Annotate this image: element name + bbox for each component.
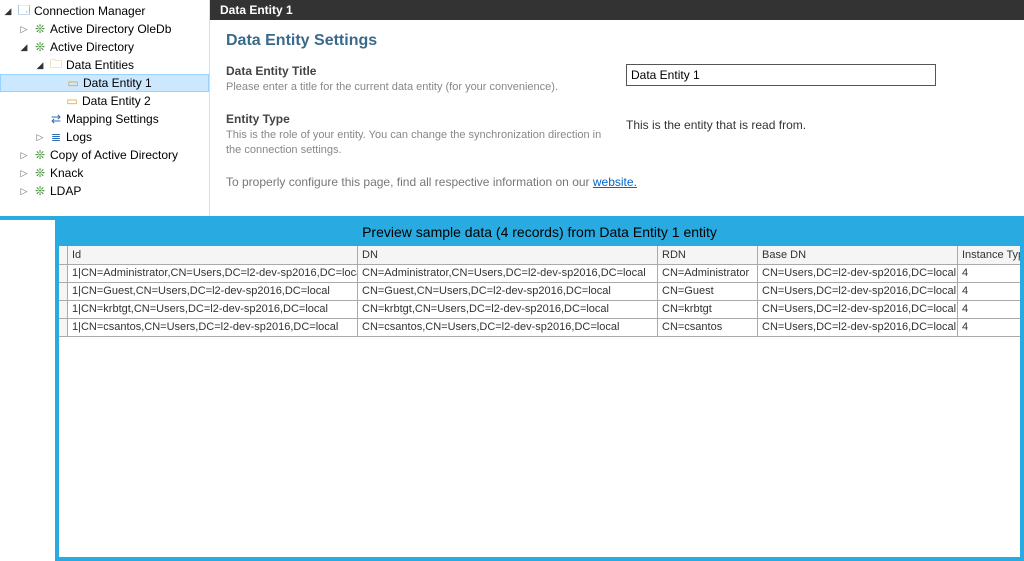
tree-item[interactable]: ▷≣Logs: [0, 128, 209, 146]
table-row[interactable]: 1|CN=Guest,CN=Users,DC=l2-dev-sp2016,DC=…: [59, 282, 1020, 300]
tree-item-label: Data Entities: [66, 58, 134, 72]
expander-icon[interactable]: ▷: [18, 149, 30, 161]
title-input[interactable]: [626, 64, 936, 86]
tree-root-label: Connection Manager: [34, 4, 145, 18]
cell[interactable]: 1|CN=Guest,CN=Users,DC=l2-dev-sp2016,DC=…: [68, 282, 358, 300]
tree-root[interactable]: ◢ 🗔 Connection Manager: [0, 2, 209, 20]
table-row[interactable]: 1|CN=csantos,CN=Users,DC=l2-dev-sp2016,D…: [59, 318, 1020, 336]
tree-icon: ⇄: [48, 111, 64, 127]
tree-icon: ❊: [32, 165, 48, 181]
cell[interactable]: 4: [958, 264, 1021, 282]
tree-item-label: Data Entity 1: [83, 76, 152, 90]
expander-icon[interactable]: ▷: [18, 185, 30, 197]
tree-panel: ◢ 🗔 Connection Manager ▷❊Active Director…: [0, 0, 210, 216]
column-header[interactable]: Id: [68, 246, 358, 264]
tree-item-label: Active Directory OleDb: [50, 22, 171, 36]
row-header-cell: [59, 318, 68, 336]
cell[interactable]: 4: [958, 300, 1021, 318]
tree-icon: ❊: [32, 147, 48, 163]
cell[interactable]: CN=Guest: [658, 282, 758, 300]
cell[interactable]: 1|CN=csantos,CN=Users,DC=l2-dev-sp2016,D…: [68, 318, 358, 336]
column-header[interactable]: Instance Type: [958, 246, 1021, 264]
cell[interactable]: CN=Users,DC=l2-dev-sp2016,DC=local: [758, 264, 958, 282]
expander-icon[interactable]: ◢: [2, 5, 14, 17]
expander-icon[interactable]: ▷: [18, 23, 30, 35]
expander-icon[interactable]: ▷: [18, 167, 30, 179]
expander-icon[interactable]: ◢: [34, 59, 46, 71]
title-label: Data Entity Title: [226, 64, 616, 78]
cell[interactable]: 4: [958, 318, 1021, 336]
tree-item[interactable]: ▷❊Active Directory OleDb: [0, 20, 209, 38]
row-header-corner: [59, 246, 68, 264]
tree-icon: ≣: [48, 129, 64, 145]
tree-item[interactable]: ▷❊Knack: [0, 164, 209, 182]
type-desc: This is the role of your entity. You can…: [226, 128, 616, 157]
tree-icon: ❊: [32, 183, 48, 199]
tab-bar: Data Entity 1: [210, 0, 1024, 20]
page-title: Data Entity Settings: [226, 32, 1008, 50]
title-field-row: Data Entity Title Please enter a title f…: [226, 64, 1008, 94]
main-panel: Data Entity 1 Data Entity Settings Data …: [210, 0, 1024, 216]
cell[interactable]: 1|CN=krbtgt,CN=Users,DC=l2-dev-sp2016,DC…: [68, 300, 358, 318]
tree-item-label: Data Entity 2: [82, 94, 151, 108]
preview-header: Preview sample data (4 records) from Dat…: [59, 220, 1020, 246]
tree-item-label: Knack: [50, 166, 83, 180]
expander-icon[interactable]: [50, 95, 62, 107]
cell[interactable]: CN=csantos,CN=Users,DC=l2-dev-sp2016,DC=…: [358, 318, 658, 336]
cell[interactable]: CN=Guest,CN=Users,DC=l2-dev-sp2016,DC=lo…: [358, 282, 658, 300]
tree-item-label: LDAP: [50, 184, 81, 198]
info-prefix: To properly configure this page, find al…: [226, 175, 593, 189]
cell[interactable]: CN=krbtgt: [658, 300, 758, 318]
connection-manager-icon: 🗔: [16, 3, 32, 19]
type-field-row: Entity Type This is the role of your ent…: [226, 112, 1008, 157]
title-desc: Please enter a title for the current dat…: [226, 80, 616, 94]
column-header[interactable]: RDN: [658, 246, 758, 264]
cell[interactable]: CN=krbtgt,CN=Users,DC=l2-dev-sp2016,DC=l…: [358, 300, 658, 318]
tree-icon: ▭: [65, 75, 81, 91]
tree-item[interactable]: ▷❊LDAP: [0, 182, 209, 200]
info-line: To properly configure this page, find al…: [226, 175, 1008, 189]
row-header-cell: [59, 282, 68, 300]
cell[interactable]: CN=Users,DC=l2-dev-sp2016,DC=local: [758, 318, 958, 336]
cell[interactable]: 1|CN=Administrator,CN=Users,DC=l2-dev-sp…: [68, 264, 358, 282]
cell[interactable]: CN=csantos: [658, 318, 758, 336]
tree-item-label: Active Directory: [50, 40, 134, 54]
column-header[interactable]: DN: [358, 246, 658, 264]
tree-item[interactable]: ◢❊Active Directory: [0, 38, 209, 56]
expander-icon[interactable]: [34, 113, 46, 125]
tree-icon: ❊: [32, 21, 48, 37]
cell[interactable]: CN=Users,DC=l2-dev-sp2016,DC=local: [758, 300, 958, 318]
cell[interactable]: CN=Administrator: [658, 264, 758, 282]
tree-item-label: Mapping Settings: [66, 112, 159, 126]
info-link[interactable]: website.: [593, 175, 637, 189]
tree-item[interactable]: ⇄Mapping Settings: [0, 110, 209, 128]
expander-icon[interactable]: ◢: [18, 41, 30, 53]
tree-item[interactable]: ▭Data Entity 2: [0, 92, 209, 110]
tree-icon: 🗀: [48, 57, 64, 73]
tree-item[interactable]: ▷❊Copy of Active Directory: [0, 146, 209, 164]
cell[interactable]: CN=Administrator,CN=Users,DC=l2-dev-sp20…: [358, 264, 658, 282]
preview-panel: Preview sample data (4 records) from Dat…: [55, 220, 1024, 561]
tree-item[interactable]: ◢🗀Data Entities: [0, 56, 209, 74]
type-value: This is the entity that is read from.: [626, 112, 806, 132]
expander-icon[interactable]: [51, 77, 63, 89]
tree-icon: ▭: [64, 93, 80, 109]
tree-item[interactable]: ▭Data Entity 1: [0, 74, 209, 92]
expander-icon[interactable]: ▷: [34, 131, 46, 143]
tree-item-label: Copy of Active Directory: [50, 148, 178, 162]
cell[interactable]: CN=Users,DC=l2-dev-sp2016,DC=local: [758, 282, 958, 300]
tab-label: Data Entity 1: [220, 3, 293, 17]
table-row[interactable]: 1|CN=krbtgt,CN=Users,DC=l2-dev-sp2016,DC…: [59, 300, 1020, 318]
type-label: Entity Type: [226, 112, 616, 126]
preview-grid: IdDNRDNBase DNInstance TypeNTS 1|CN=Admi…: [59, 246, 1020, 337]
tree-item-label: Logs: [66, 130, 92, 144]
cell[interactable]: 4: [958, 282, 1021, 300]
tree-icon: ❊: [32, 39, 48, 55]
table-row[interactable]: 1|CN=Administrator,CN=Users,DC=l2-dev-sp…: [59, 264, 1020, 282]
row-header-cell: [59, 300, 68, 318]
column-header[interactable]: Base DN: [758, 246, 958, 264]
row-header-cell: [59, 264, 68, 282]
